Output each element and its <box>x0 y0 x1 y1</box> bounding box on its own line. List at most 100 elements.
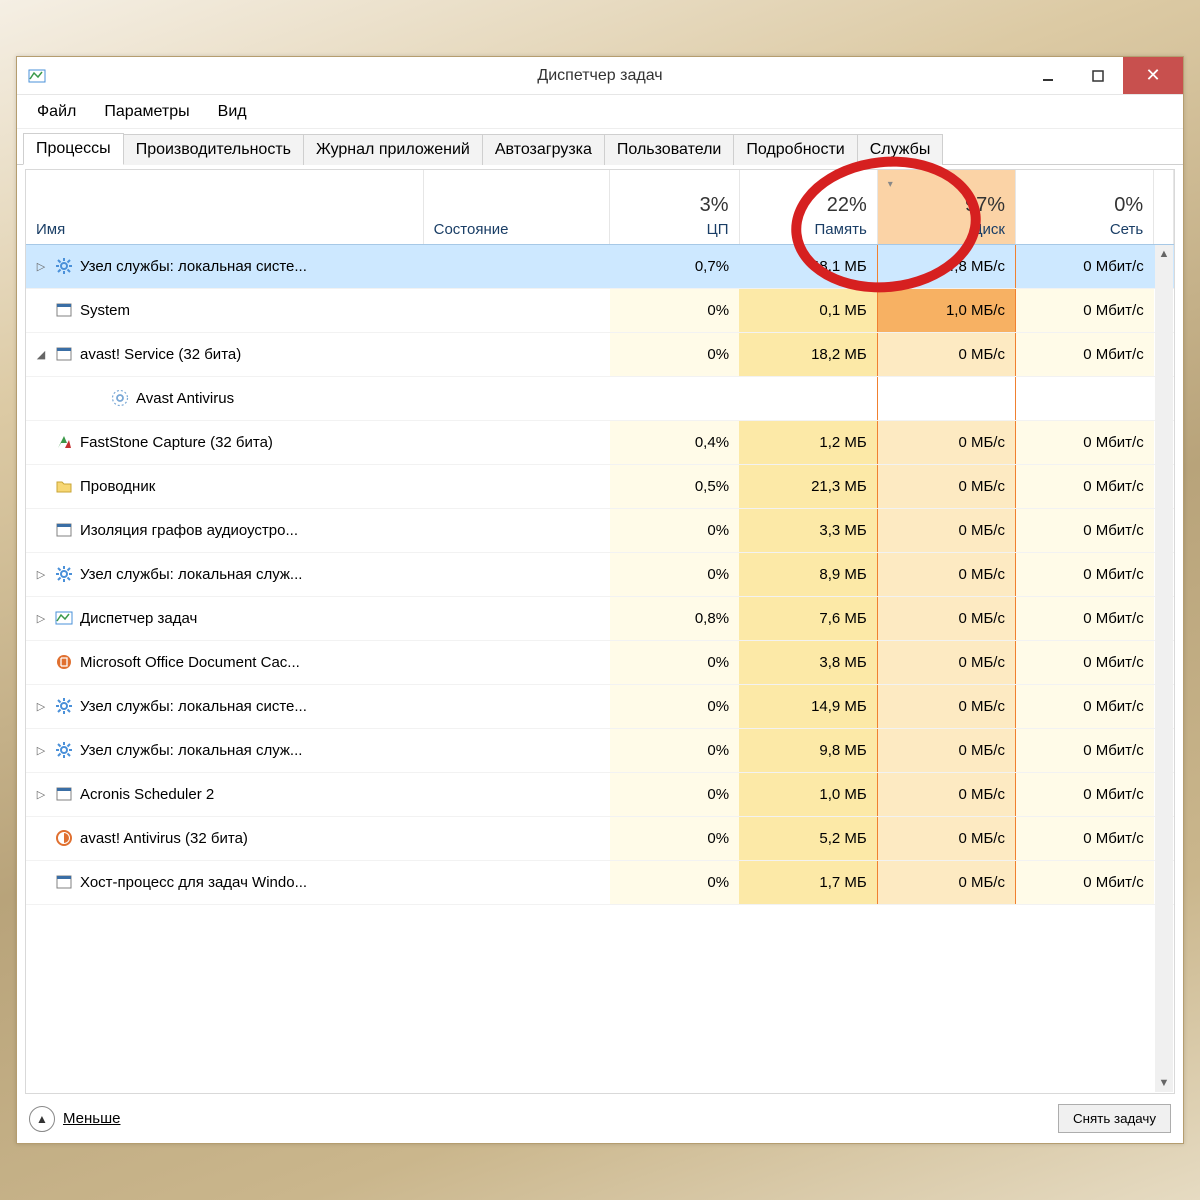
scrollbar[interactable] <box>1155 245 1173 1092</box>
table-row[interactable]: ◢avast! Service (32 бита)0%18,2 МБ0 МБ/с… <box>26 333 1174 377</box>
process-name: Проводник <box>80 478 155 495</box>
minimize-button[interactable] <box>1023 57 1073 94</box>
process-icon <box>54 872 74 892</box>
process-icon <box>54 740 74 760</box>
tab-startup[interactable]: Автозагрузка <box>482 134 605 165</box>
table-row[interactable]: ▷Узел службы: локальная служ...0%8,9 МБ0… <box>26 553 1174 597</box>
end-task-button[interactable]: Снять задачу <box>1058 1104 1171 1133</box>
cpu-label: ЦП <box>707 221 729 238</box>
cell-state <box>423 509 609 553</box>
col-network[interactable]: 0%Сеть <box>1015 170 1153 244</box>
cell-cpu: 0,8% <box>610 597 739 641</box>
col-state-label: Состояние <box>434 221 599 238</box>
process-table: Имя Состояние 3% ЦП 22%Память ▾ 97% Диск 0%… <box>25 169 1175 1094</box>
process-icon <box>54 828 74 848</box>
table-row[interactable]: ▷Узел службы: локальная систе...0%14,9 М… <box>26 685 1174 729</box>
cell-disk: 0 МБ/с <box>877 685 1015 729</box>
tab-performance[interactable]: Производительность <box>123 134 304 165</box>
tab-apphistory[interactable]: Журнал приложений <box>303 134 483 165</box>
expand-icon[interactable]: ▷ <box>34 787 48 801</box>
disk-label: Диск <box>972 221 1005 238</box>
menu-options[interactable]: Параметры <box>92 99 201 125</box>
col-name[interactable]: Имя <box>26 170 423 244</box>
expand-icon <box>34 655 48 669</box>
cell-state <box>423 641 609 685</box>
tab-users[interactable]: Пользователи <box>604 134 734 165</box>
menubar: Файл Параметры Вид <box>17 95 1183 129</box>
cell-state <box>423 289 609 333</box>
cell-network: 0 Мбит/с <box>1015 641 1153 685</box>
table-row[interactable]: FastStone Capture (32 бита)0,4%1,2 МБ0 М… <box>26 421 1174 465</box>
cell-disk: 0 МБ/с <box>877 465 1015 509</box>
expand-icon[interactable]: ▷ <box>34 259 48 273</box>
expand-icon[interactable]: ▷ <box>34 743 48 757</box>
table-row[interactable]: Изоляция графов аудиоустро...0%3,3 МБ0 М… <box>26 509 1174 553</box>
table-row[interactable]: avast! Antivirus (32 бита)0%5,2 МБ0 МБ/с… <box>26 817 1174 861</box>
app-icon <box>27 66 47 86</box>
disk-pct: 97% <box>965 194 1005 217</box>
col-disk[interactable]: ▾ 97% Диск <box>877 170 1015 244</box>
cell-cpu: 0% <box>610 729 739 773</box>
table-row[interactable]: ▷Узел службы: локальная систе...0,7%48,1… <box>26 244 1174 289</box>
table-row[interactable]: ▷Диспетчер задач0,8%7,6 МБ0 МБ/с0 Мбит/с <box>26 597 1174 641</box>
table-row[interactable]: Хост-процесс для задач Windo...0%1,7 МБ0… <box>26 861 1174 905</box>
table-row[interactable]: Microsoft Office Document Cac...0%3,8 МБ… <box>26 641 1174 685</box>
col-memory[interactable]: 22%Память <box>739 170 877 244</box>
cell-cpu: 0% <box>610 685 739 729</box>
cell-memory: 1,0 МБ <box>739 773 877 817</box>
process-icon <box>54 476 74 496</box>
net-label: Сеть <box>1110 221 1143 238</box>
expand-icon <box>34 831 48 845</box>
cell-memory: 1,7 МБ <box>739 861 877 905</box>
scroll-down-icon[interactable]: ▼ <box>1155 1074 1173 1092</box>
expand-icon[interactable]: ▷ <box>34 611 48 625</box>
cell-disk: 1,0 МБ/с <box>877 289 1015 333</box>
close-button[interactable]: ✕ <box>1123 57 1183 94</box>
menu-file[interactable]: Файл <box>25 99 88 125</box>
fewer-details-button[interactable]: ▲ Меньше <box>29 1106 120 1132</box>
menu-view[interactable]: Вид <box>206 99 259 125</box>
cell-memory: 18,2 МБ <box>739 333 877 377</box>
col-name-label: Имя <box>36 221 413 238</box>
cell-disk: 0 МБ/с <box>877 553 1015 597</box>
cpu-pct: 3% <box>700 194 729 217</box>
table-row[interactable]: Проводник0,5%21,3 МБ0 МБ/с0 Мбит/с <box>26 465 1174 509</box>
cell-cpu: 0% <box>610 817 739 861</box>
cell-state <box>423 244 609 289</box>
sort-indicator-icon: ▾ <box>888 179 893 190</box>
table-row[interactable]: Avast Antivirus <box>26 377 1174 421</box>
expand-icon[interactable]: ▷ <box>34 567 48 581</box>
cell-memory <box>739 377 877 421</box>
cell-disk: 0 МБ/с <box>877 421 1015 465</box>
process-name: Microsoft Office Document Cac... <box>80 654 300 671</box>
process-name: Изоляция графов аудиоустро... <box>80 522 298 539</box>
process-icon <box>54 564 74 584</box>
table-row[interactable]: ▷Acronis Scheduler 20%1,0 МБ0 МБ/с0 Мбит… <box>26 773 1174 817</box>
cell-network: 0 Мбит/с <box>1015 597 1153 641</box>
cell-network: 0 Мбит/с <box>1015 333 1153 377</box>
table-row[interactable]: System0%0,1 МБ1,0 МБ/с0 Мбит/с <box>26 289 1174 333</box>
maximize-button[interactable] <box>1073 57 1123 94</box>
cell-network: 0 Мбит/с <box>1015 553 1153 597</box>
table-row[interactable]: ▷Узел службы: локальная служ...0%9,8 МБ0… <box>26 729 1174 773</box>
cell-memory: 3,3 МБ <box>739 509 877 553</box>
tab-details[interactable]: Подробности <box>733 134 857 165</box>
cell-network: 0 Мбит/с <box>1015 289 1153 333</box>
cell-network: 0 Мбит/с <box>1015 773 1153 817</box>
process-name: Хост-процесс для задач Windo... <box>80 874 307 891</box>
process-icon <box>54 652 74 672</box>
col-state[interactable]: Состояние <box>423 170 609 244</box>
scroll-up-icon[interactable]: ▲ <box>1155 245 1173 263</box>
fewer-label: Меньше <box>63 1110 120 1127</box>
expand-icon[interactable]: ▷ <box>34 699 48 713</box>
cell-state <box>423 465 609 509</box>
tab-services[interactable]: Службы <box>857 134 944 165</box>
titlebar[interactable]: Диспетчер задач ✕ <box>17 57 1183 95</box>
cell-state <box>423 597 609 641</box>
process-name: avast! Service (32 бита) <box>80 346 241 363</box>
col-cpu[interactable]: 3% ЦП <box>610 170 739 244</box>
process-icon <box>54 432 74 452</box>
process-name: System <box>80 302 130 319</box>
expand-icon[interactable]: ◢ <box>34 347 48 361</box>
tab-processes[interactable]: Процессы <box>23 133 124 165</box>
